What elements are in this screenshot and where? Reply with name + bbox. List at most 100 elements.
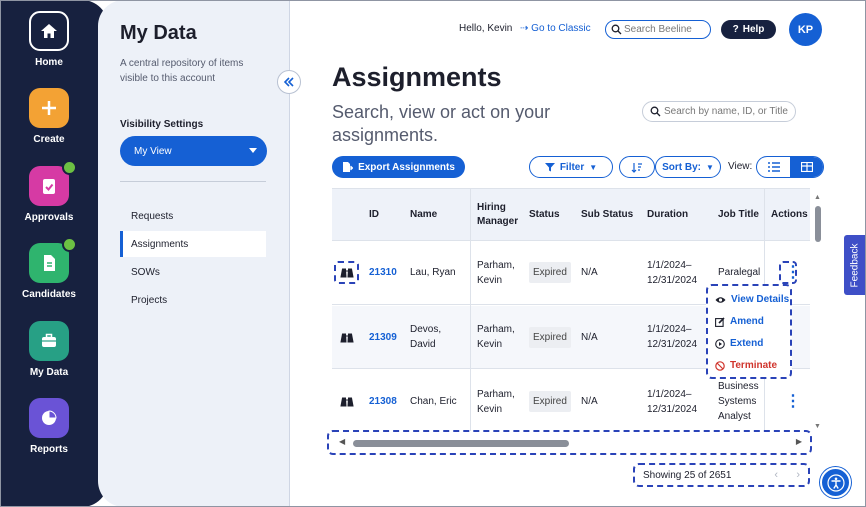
nav-create[interactable]: Create (0, 88, 98, 145)
export-label: Export Assignments (358, 161, 455, 173)
export-assignments-button[interactable]: Export Assignments (332, 156, 465, 178)
cell-job-title: Business Systems Analyst (718, 381, 759, 422)
ban-icon (715, 360, 725, 371)
scroll-up-icon[interactable]: ▲ (814, 194, 821, 201)
cell-id[interactable]: 21309 (369, 306, 397, 368)
double-chevron-left-icon (283, 77, 294, 87)
approvals-badge (62, 160, 77, 175)
grid-search-input[interactable]: Search by name, ID, or Title (642, 101, 796, 122)
document-icon (29, 237, 77, 283)
filter-button[interactable]: Filter ▼ (529, 156, 613, 178)
panel-link-assignments[interactable]: Assignments (120, 231, 266, 257)
nav-approvals[interactable]: Approvals (0, 160, 98, 223)
cell-id[interactable]: 21308 (369, 370, 397, 431)
funnel-icon (544, 163, 555, 172)
collapse-panel-button[interactable] (277, 70, 301, 94)
my-data-panel: My Data A central repository of items vi… (98, 0, 290, 507)
nav-reports[interactable]: Reports (0, 398, 98, 455)
pager-arrows[interactable]: ‹ › (774, 469, 800, 481)
nav-home[interactable]: Home (0, 11, 98, 68)
view-label: View: (728, 161, 753, 172)
visibility-view-select[interactable]: My View (120, 136, 267, 166)
visibility-view-value: My View (134, 145, 172, 157)
table-row[interactable]: 21308 Chan, Eric Parham, Kevin Expired N… (332, 370, 810, 431)
scroll-left-icon[interactable]: ◀ (339, 437, 345, 446)
sort-icon (631, 162, 642, 173)
sort-direction-button[interactable] (619, 156, 655, 178)
pagination-summary: Showing 25 of 2651 ‹ › (633, 463, 810, 487)
column-header-status[interactable]: Status (529, 189, 560, 241)
nav-my-data[interactable]: My Data (0, 321, 98, 378)
briefcase-icon (29, 321, 69, 361)
binoculars-icon[interactable] (340, 306, 354, 368)
cell-hiring-manager: Parham, Kevin (477, 259, 515, 286)
column-header-job-title[interactable]: Job Title (718, 189, 759, 241)
eye-icon (715, 296, 726, 303)
caret-down-icon: ▼ (705, 162, 714, 172)
row-actions-kebab-icon[interactable]: ⋮ (785, 370, 801, 431)
cell-id[interactable]: 21310 (369, 241, 397, 304)
status-badge: Expired (529, 262, 571, 283)
clipboard-check-icon (29, 160, 77, 206)
vertical-scrollbar[interactable]: ▲ ▼ (812, 194, 824, 430)
scroll-down-icon[interactable]: ▼ (814, 423, 821, 430)
panel-title: My Data (120, 22, 197, 44)
user-avatar[interactable]: KP (789, 13, 822, 46)
column-header-id[interactable]: ID (369, 189, 379, 241)
page-subtitle: Search, view or act on your assignments. (332, 102, 551, 145)
cell-duration: 1/1/2024– 12/31/2024 (647, 259, 698, 286)
global-search-input[interactable]: Search Beeline (605, 20, 711, 39)
horizontal-scrollbar[interactable]: ◀ ▶ (327, 430, 812, 455)
column-header-duration[interactable]: Duration (647, 189, 688, 241)
filter-label: Filter (559, 161, 585, 173)
panel-description: A central repository of items visible to… (120, 58, 244, 84)
pie-chart-icon (29, 398, 69, 438)
vertical-scroll-thumb[interactable] (815, 206, 821, 242)
cell-duration: 1/1/2024– 12/31/2024 (647, 324, 698, 350)
status-badge: Expired (529, 391, 571, 412)
list-view-button[interactable] (757, 157, 790, 177)
column-header-hiring-manager[interactable]: Hiring Manager (477, 189, 525, 241)
cell-name: Chan, Eric (410, 396, 457, 407)
row-action-menu: View Details Amend Extend Terminate (706, 284, 792, 379)
accessibility-icon (826, 473, 845, 492)
play-circle-icon (715, 338, 725, 349)
feedback-label: Feedback (849, 243, 861, 287)
showing-count: Showing 25 of 2651 (643, 469, 732, 481)
go-to-classic-link[interactable]: ⇢ Go to Classic (520, 23, 591, 34)
nav-candidates-label: Candidates (22, 289, 76, 300)
caret-down-icon: ▼ (589, 162, 598, 172)
question-icon: ? (732, 24, 739, 35)
plus-icon (29, 88, 69, 128)
home-icon (29, 11, 69, 51)
column-header-name[interactable]: Name (410, 189, 437, 241)
nav-my-data-label: My Data (29, 367, 69, 378)
menu-item-amend[interactable]: Amend (715, 316, 764, 327)
menu-item-extend[interactable]: Extend (715, 338, 763, 349)
feedback-tab[interactable]: Feedback (844, 235, 866, 295)
menu-item-view-details[interactable]: View Details (715, 294, 789, 305)
cell-name: Devos, David (410, 324, 442, 350)
cell-name: Lau, Ryan (410, 267, 456, 278)
column-header-sub-status[interactable]: Sub Status (581, 189, 633, 241)
cell-duration: 1/1/2024– 12/31/2024 (647, 388, 698, 415)
menu-item-terminate[interactable]: Terminate (715, 360, 777, 371)
panel-link-sows[interactable]: SOWs (120, 259, 266, 285)
panel-divider (120, 181, 266, 182)
menu-label-view-details: View Details (731, 294, 790, 305)
global-search-placeholder: Search Beeline (624, 24, 692, 35)
panel-link-projects[interactable]: Projects (120, 287, 266, 313)
highlight-view-icon (334, 261, 359, 284)
horizontal-scroll-thumb[interactable] (353, 440, 569, 447)
nav-candidates[interactable]: Candidates (0, 237, 98, 300)
accessibility-button[interactable] (820, 467, 851, 498)
nav-approvals-label: Approvals (24, 212, 74, 223)
binoculars-icon[interactable] (340, 370, 354, 431)
sort-by-select[interactable]: Sort By: ▼ (655, 156, 721, 178)
help-button[interactable]: ? Help (721, 20, 776, 39)
grid-view-button[interactable] (790, 157, 823, 177)
cell-hiring-manager: Parham, Kevin (477, 388, 515, 415)
panel-link-requests[interactable]: Requests (120, 203, 266, 229)
scroll-right-icon[interactable]: ▶ (796, 437, 802, 446)
caret-down-icon (249, 148, 257, 153)
